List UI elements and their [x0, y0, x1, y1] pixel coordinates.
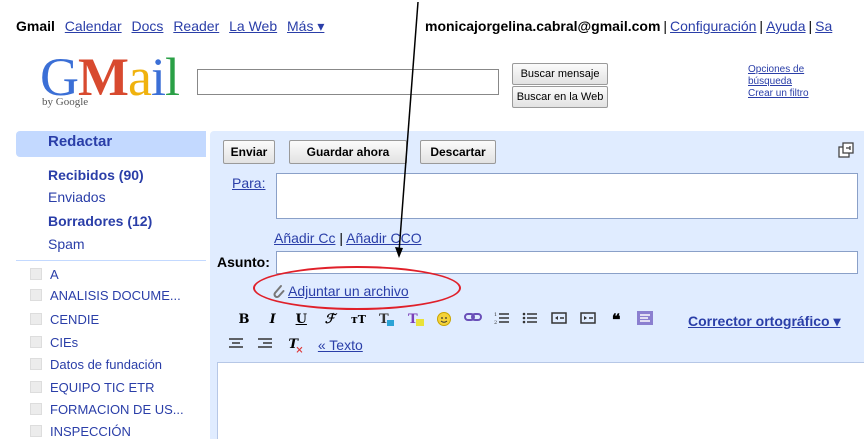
font-size-icon[interactable]: тT	[349, 311, 369, 329]
font-family-icon[interactable]: ℱ	[320, 311, 340, 329]
align-center-icon[interactable]	[226, 336, 246, 354]
italic-icon[interactable]: I	[263, 311, 283, 329]
annotation-oval	[253, 266, 461, 310]
send-button[interactable]: Enviar	[223, 140, 275, 164]
search-input[interactable]	[197, 69, 499, 95]
plain-text-link[interactable]: « Texto	[318, 337, 363, 353]
settings-link[interactable]: Configuración	[670, 18, 756, 34]
label-item[interactable]: INSPECCIÓN	[30, 424, 131, 442]
to-label[interactable]: Para:	[232, 175, 265, 191]
nav-gmail[interactable]: Gmail	[16, 18, 55, 34]
align-right-icon[interactable]	[255, 336, 275, 354]
remove-formatting-icon[interactable]: T ×	[283, 336, 303, 356]
nav-docs[interactable]: Docs	[132, 18, 164, 34]
label-color-swatch	[30, 425, 42, 437]
gmail-logo[interactable]: GMail by Google	[40, 50, 180, 112]
underline-icon[interactable]: U	[291, 311, 311, 329]
help-link[interactable]: Ayuda	[766, 18, 805, 34]
search-mail-button[interactable]: Buscar mensaje	[512, 63, 608, 85]
formatting-toolbar: B I U ℱ тT T T 12 ❝	[234, 311, 660, 333]
link-icon[interactable]	[463, 311, 483, 329]
label-color-swatch	[30, 336, 42, 348]
add-cc-link[interactable]: Añadir Cc	[274, 230, 335, 246]
sidebar-item-drafts[interactable]: Borradores (12)	[48, 213, 152, 229]
outdent-icon[interactable]	[549, 311, 569, 329]
label-color-swatch	[30, 381, 42, 393]
label-item[interactable]: A	[30, 267, 59, 285]
cc-bcc-links: Añadir Cc | Añadir CCO	[274, 230, 422, 246]
formatting-toolbar-row-2: T × « Texto	[226, 336, 363, 358]
top-navigation: Gmail Calendar Docs Reader La Web Más ▾	[16, 18, 330, 35]
save-now-button[interactable]: Guardar ahora	[289, 140, 407, 164]
highlight-color-icon[interactable]: T	[406, 311, 426, 329]
account-email: monicajorgelina.cabral@gmail.com	[425, 18, 661, 34]
label-color-swatch	[30, 268, 42, 280]
logo-byline: by Google	[42, 96, 89, 108]
spellcheck-dropdown[interactable]: Corrector ortográfico ▾	[688, 313, 841, 330]
subject-label: Asunto:	[217, 254, 270, 270]
label-color-swatch	[30, 289, 42, 301]
label-color-swatch	[30, 403, 42, 415]
nav-reader[interactable]: Reader	[173, 18, 219, 34]
sidebar-divider	[16, 260, 206, 261]
search-web-button[interactable]: Buscar en la Web	[512, 86, 608, 108]
svg-text:2: 2	[494, 320, 497, 325]
create-filter-link[interactable]: Crear un filtro	[748, 88, 818, 100]
message-body-editor[interactable]	[217, 362, 864, 439]
svg-text:T: T	[408, 312, 418, 327]
bold-icon[interactable]: B	[234, 311, 254, 329]
nav-web[interactable]: La Web	[229, 18, 277, 34]
label-item[interactable]: EQUIPO TIC ETR	[30, 380, 155, 398]
to-field[interactable]	[276, 173, 858, 219]
account-bar: monicajorgelina.cabral@gmail.com | Configu…	[425, 18, 833, 34]
search-links: Opciones de búsqueda Crear un filtro	[748, 64, 818, 100]
nav-more[interactable]: Más ▾	[287, 18, 324, 34]
discard-button[interactable]: Descartar	[420, 140, 496, 164]
signout-link[interactable]: Sa	[815, 18, 832, 34]
label-item[interactable]: Datos de fundación	[30, 357, 162, 375]
nav-calendar[interactable]: Calendar	[65, 18, 122, 34]
label-item[interactable]: CIEs	[30, 335, 78, 353]
numbered-list-icon[interactable]: 12	[492, 311, 512, 329]
indent-icon[interactable]	[578, 311, 598, 329]
label-item[interactable]: ANALISIS DOCUME...	[30, 288, 181, 306]
svg-text:1: 1	[494, 312, 497, 318]
text-color-icon[interactable]: T	[377, 311, 397, 329]
new-window-icon[interactable]	[838, 142, 854, 158]
search-options-link[interactable]: Opciones de búsqueda	[748, 64, 818, 88]
label-item[interactable]: CENDIE	[30, 312, 99, 330]
add-bcc-link[interactable]: Añadir CCO	[346, 230, 421, 246]
sidebar-item-inbox[interactable]: Recibidos (90)	[48, 167, 144, 183]
compose-button[interactable]: Redactar	[16, 131, 206, 157]
align-icon[interactable]	[635, 311, 655, 329]
sidebar-item-sent[interactable]: Enviados	[48, 189, 106, 205]
label-item[interactable]: FORMACION DE US...	[30, 402, 184, 420]
emoticon-icon[interactable]	[434, 311, 454, 329]
label-color-swatch	[30, 358, 42, 370]
cc-separator: |	[339, 230, 343, 246]
quote-icon[interactable]: ❝	[606, 311, 626, 329]
sidebar-item-spam[interactable]: Spam	[48, 236, 85, 252]
label-color-swatch	[30, 313, 42, 325]
bullet-list-icon[interactable]	[520, 311, 540, 329]
